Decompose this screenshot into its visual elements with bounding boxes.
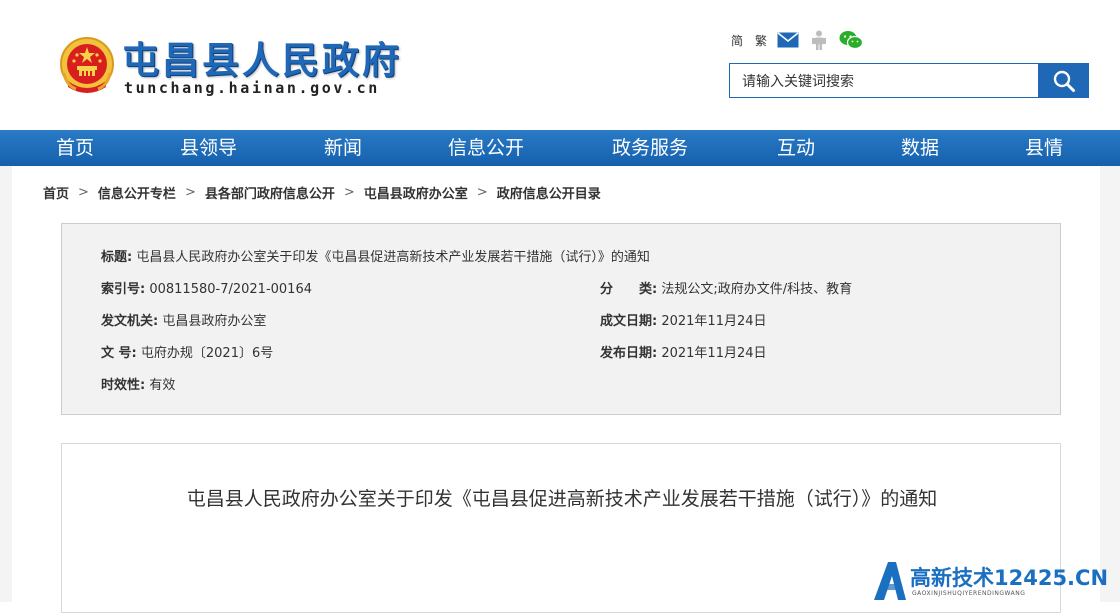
nav-item-data[interactable]: 数据 xyxy=(901,130,939,166)
info-validity-label: 时效性: xyxy=(101,378,146,393)
nav-item-county-leaders[interactable]: 县领导 xyxy=(180,130,237,166)
info-published-row: 发布日期: 2021年11月24日 xyxy=(600,342,767,361)
info-created-value: 2021年11月24日 xyxy=(661,314,767,329)
info-validity-value: 有效 xyxy=(149,378,176,393)
simplified-chinese-link[interactable]: 简 xyxy=(731,32,743,49)
breadcrumb-item-departments[interactable]: 县各部门政府信息公开 xyxy=(205,183,335,202)
watermark: 高新技术12425.CN GAOXINJISHUQIYERENDINGWANG xyxy=(872,560,1120,602)
info-published-label: 发布日期: xyxy=(600,346,658,361)
nav-item-home[interactable]: 首页 xyxy=(56,130,94,166)
national-emblem-icon[interactable] xyxy=(58,35,116,97)
info-category-value: 法规公文;政府办文件/科技、教育 xyxy=(661,282,853,297)
site-header: 屯昌县人民政府 tunchang.hainan.gov.cn 简 繁 xyxy=(0,0,1120,130)
breadcrumb-item-home[interactable]: 首页 xyxy=(43,183,69,202)
breadcrumb-item-info-column[interactable]: 信息公开专栏 xyxy=(98,183,176,202)
info-title-row: 标题: 屯昌县人民政府办公室关于印发《屯昌县促进高新技术产业发展若干措施（试行）… xyxy=(101,246,650,265)
breadcrumb-separator: > xyxy=(78,184,89,200)
search-box xyxy=(729,63,1044,98)
info-published-value: 2021年11月24日 xyxy=(661,346,767,361)
document-info-box: 标题: 屯昌县人民政府办公室关于印发《屯昌县促进高新技术产业发展若干措施（试行）… xyxy=(61,223,1061,415)
search-input[interactable] xyxy=(740,65,1044,98)
info-validity-row: 时效性: 有效 xyxy=(101,374,175,393)
mail-icon[interactable] xyxy=(777,32,799,48)
search-icon xyxy=(1053,70,1075,92)
header-tools: 简 繁 xyxy=(731,30,864,50)
traditional-chinese-link[interactable]: 繁 xyxy=(755,32,767,49)
page-gutter-right xyxy=(1100,166,1120,602)
info-created-label: 成文日期: xyxy=(600,314,658,329)
site-domain: tunchang.hainan.gov.cn xyxy=(124,79,380,97)
main-nav: 首页 县领导 新闻 信息公开 政务服务 互动 数据 县情 xyxy=(0,130,1120,166)
info-category-label: 分 类: xyxy=(600,282,658,297)
info-index-label: 索引号: xyxy=(101,282,146,297)
site-title[interactable]: 屯昌县人民政府 xyxy=(122,30,402,84)
nav-item-info-disclosure[interactable]: 信息公开 xyxy=(448,130,524,166)
breadcrumb-separator: > xyxy=(184,184,196,200)
watermark-text: 高新技术12425.CN xyxy=(910,566,1109,590)
info-issuer-row: 发文机关: 屯昌县政府办公室 xyxy=(101,310,266,329)
watermark-logo-icon xyxy=(874,562,906,600)
breadcrumb-item-catalog[interactable]: 政府信息公开目录 xyxy=(497,183,601,202)
nav-item-government-services[interactable]: 政务服务 xyxy=(612,130,688,166)
info-index-row: 索引号: 00811580-7/2021-00164 xyxy=(101,278,312,297)
nav-item-interaction[interactable]: 互动 xyxy=(777,130,815,166)
breadcrumb-separator: > xyxy=(476,184,488,200)
info-title-label: 标题: xyxy=(101,250,133,265)
info-created-row: 成文日期: 2021年11月24日 xyxy=(600,310,767,329)
info-index-value: 00811580-7/2021-00164 xyxy=(149,282,312,297)
info-docno-value: 屯府办规〔2021〕6号 xyxy=(140,346,274,361)
info-docno-label: 文 号: xyxy=(101,346,137,361)
page-gutter-left xyxy=(0,166,12,602)
breadcrumb-separator: > xyxy=(343,184,355,200)
info-issuer-value: 屯昌县政府办公室 xyxy=(162,314,267,329)
info-title-value: 屯昌县人民政府办公室关于印发《屯昌县促进高新技术产业发展若干措施（试行）》的通知 xyxy=(136,250,650,265)
nav-item-news[interactable]: 新闻 xyxy=(324,130,362,166)
document-title: 屯昌县人民政府办公室关于印发《屯昌县促进高新技术产业发展若干措施（试行）》的通知 xyxy=(186,488,938,510)
breadcrumb-item-county-office[interactable]: 屯昌县政府办公室 xyxy=(364,183,468,202)
wechat-icon[interactable] xyxy=(839,30,864,50)
nav-item-county-profile[interactable]: 县情 xyxy=(1025,130,1063,166)
info-issuer-label: 发文机关: xyxy=(101,314,159,329)
breadcrumb: 首页 > 信息公开专栏 > 县各部门政府信息公开 > 屯昌县政府办公室 > 政府… xyxy=(43,182,601,202)
search-button[interactable] xyxy=(1039,63,1089,98)
accessibility-icon[interactable] xyxy=(809,30,829,50)
info-category-row: 分 类: 法规公文;政府办文件/科技、教育 xyxy=(600,278,852,297)
info-docno-row: 文 号: 屯府办规〔2021〕6号 xyxy=(101,342,273,361)
watermark-subtext: GAOXINJISHUQIYERENDINGWANG xyxy=(912,590,1026,597)
